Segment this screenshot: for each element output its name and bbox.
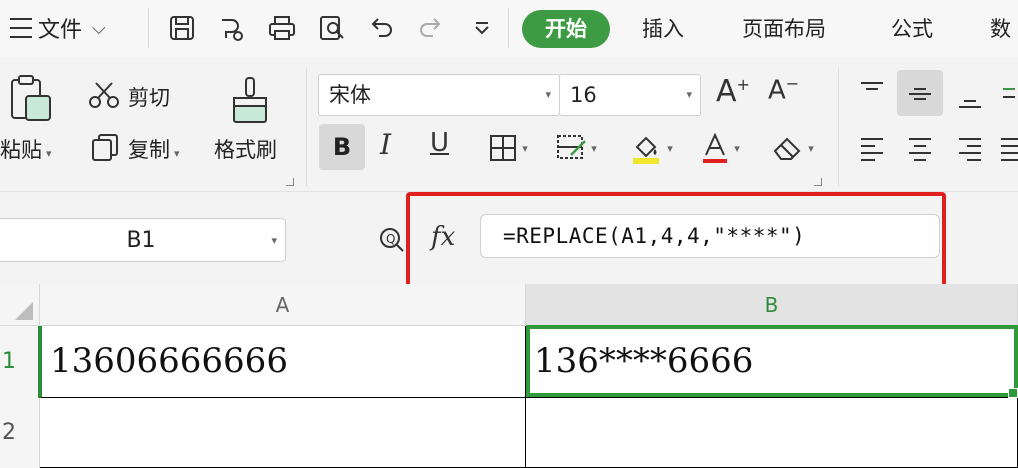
fill-handle[interactable] (1008, 388, 1018, 398)
svg-text:Q: Q (386, 232, 395, 246)
column-header-a[interactable]: A (40, 284, 526, 326)
divider (508, 8, 509, 48)
menu-bar: 文件 ⌵ 开始 插入 页面布局 公式 数 (0, 0, 1018, 58)
column-header-row: A B (0, 284, 1018, 326)
align-middle-icon[interactable] (900, 74, 940, 114)
active-cell-outline (526, 325, 1018, 397)
name-box[interactable]: B1 ▾ (0, 218, 286, 262)
clear-format-button[interactable]: ▾ (762, 128, 822, 168)
font-name-value: 宋体 (329, 83, 371, 107)
name-box-value: B1 (126, 228, 156, 253)
bold-button[interactable]: B (319, 124, 365, 170)
file-menu[interactable]: 文件 ⌵ (0, 10, 106, 46)
tab-formulas[interactable]: 公式 (891, 10, 933, 48)
cell-a2[interactable] (40, 398, 526, 468)
font-size-value: 16 (570, 83, 597, 107)
format-painter-button[interactable]: 格式刷 (214, 134, 277, 164)
export-pdf-icon[interactable] (215, 12, 249, 44)
undo-icon[interactable] (365, 12, 399, 44)
increase-font-icon: A (716, 74, 737, 109)
justify-icon[interactable] (998, 128, 1018, 168)
format-painter-icon[interactable] (228, 76, 272, 124)
divider (148, 8, 149, 48)
align-center-icon[interactable] (900, 128, 940, 168)
align-right-icon[interactable] (950, 128, 990, 168)
decrease-font-icon: A (768, 75, 786, 106)
cell-a1[interactable]: 13606666666 (40, 326, 526, 398)
font-name-select[interactable]: 宋体 ▾ (318, 74, 560, 116)
paste-button[interactable]: 粘贴 ▾ (0, 134, 52, 164)
save-icon[interactable] (165, 12, 199, 44)
cell-b2[interactable] (526, 398, 1018, 468)
cell-format-icon (557, 135, 587, 159)
column-header-b[interactable]: B (526, 284, 1018, 326)
clipboard-dialog-launcher[interactable] (286, 178, 294, 186)
font-size-select[interactable]: 16 ▾ (559, 74, 701, 116)
select-all-button[interactable] (0, 284, 40, 326)
chevron-down-icon: ▾ (271, 234, 277, 247)
find-icon[interactable]: Q (378, 226, 406, 254)
tab-home[interactable]: 开始 (522, 10, 610, 48)
row-header-1[interactable]: 1 (0, 326, 40, 398)
customize-quick-access-icon[interactable] (465, 12, 499, 44)
wrap-text-icon[interactable] (1000, 74, 1018, 114)
decrease-font-size-button[interactable]: A− (768, 74, 799, 106)
divider (306, 68, 307, 186)
tab-insert[interactable]: 插入 (642, 10, 684, 48)
cell-format-button[interactable]: ▾ (546, 128, 606, 168)
underline-button[interactable]: U (430, 128, 449, 158)
paint-bucket-icon (633, 136, 660, 164)
align-top-icon[interactable] (852, 72, 892, 112)
chevron-down-icon: ▾ (686, 88, 692, 101)
row-header-2[interactable]: 2 (0, 398, 40, 468)
copy-icon[interactable] (90, 132, 120, 162)
hamburger-menu-icon[interactable] (0, 10, 34, 46)
tab-data[interactable]: 数 (990, 10, 1011, 48)
print-icon[interactable] (265, 12, 299, 44)
copy-button[interactable]: 复制 ▾ (128, 134, 180, 164)
cut-button[interactable]: 剪切 (128, 82, 170, 112)
align-left-icon[interactable] (852, 128, 892, 168)
fill-color-button[interactable]: ▾ (620, 128, 682, 168)
eraser-icon (773, 137, 801, 160)
borders-button[interactable]: ▾ (480, 128, 536, 168)
italic-button[interactable]: I (380, 128, 391, 161)
paste-label: 粘贴 (0, 138, 42, 162)
font-dialog-launcher[interactable] (814, 178, 822, 186)
align-bottom-icon[interactable] (950, 78, 990, 118)
chevron-down-icon: ▾ (545, 88, 551, 101)
borders-icon (490, 135, 517, 161)
ribbon-toolbar: 粘贴▾ 剪切 复制▾ 格式刷 宋体 ▾ 16 ▾ A+ A− B I U ▾ (0, 58, 1018, 192)
paste-icon[interactable] (8, 74, 54, 124)
print-preview-icon[interactable] (315, 12, 349, 44)
divider (838, 68, 839, 186)
scissors-icon[interactable] (88, 80, 120, 110)
font-color-icon (703, 132, 728, 163)
tab-page-layout[interactable]: 页面布局 (742, 10, 826, 48)
redo-icon[interactable] (413, 12, 447, 44)
copy-label: 复制 (128, 138, 170, 162)
increase-font-size-button[interactable]: A+ (716, 74, 750, 109)
chevron-down-icon: ⌵ (92, 17, 106, 39)
font-color-button[interactable]: ▾ (692, 128, 748, 168)
file-menu-label: 文件 (38, 18, 83, 43)
